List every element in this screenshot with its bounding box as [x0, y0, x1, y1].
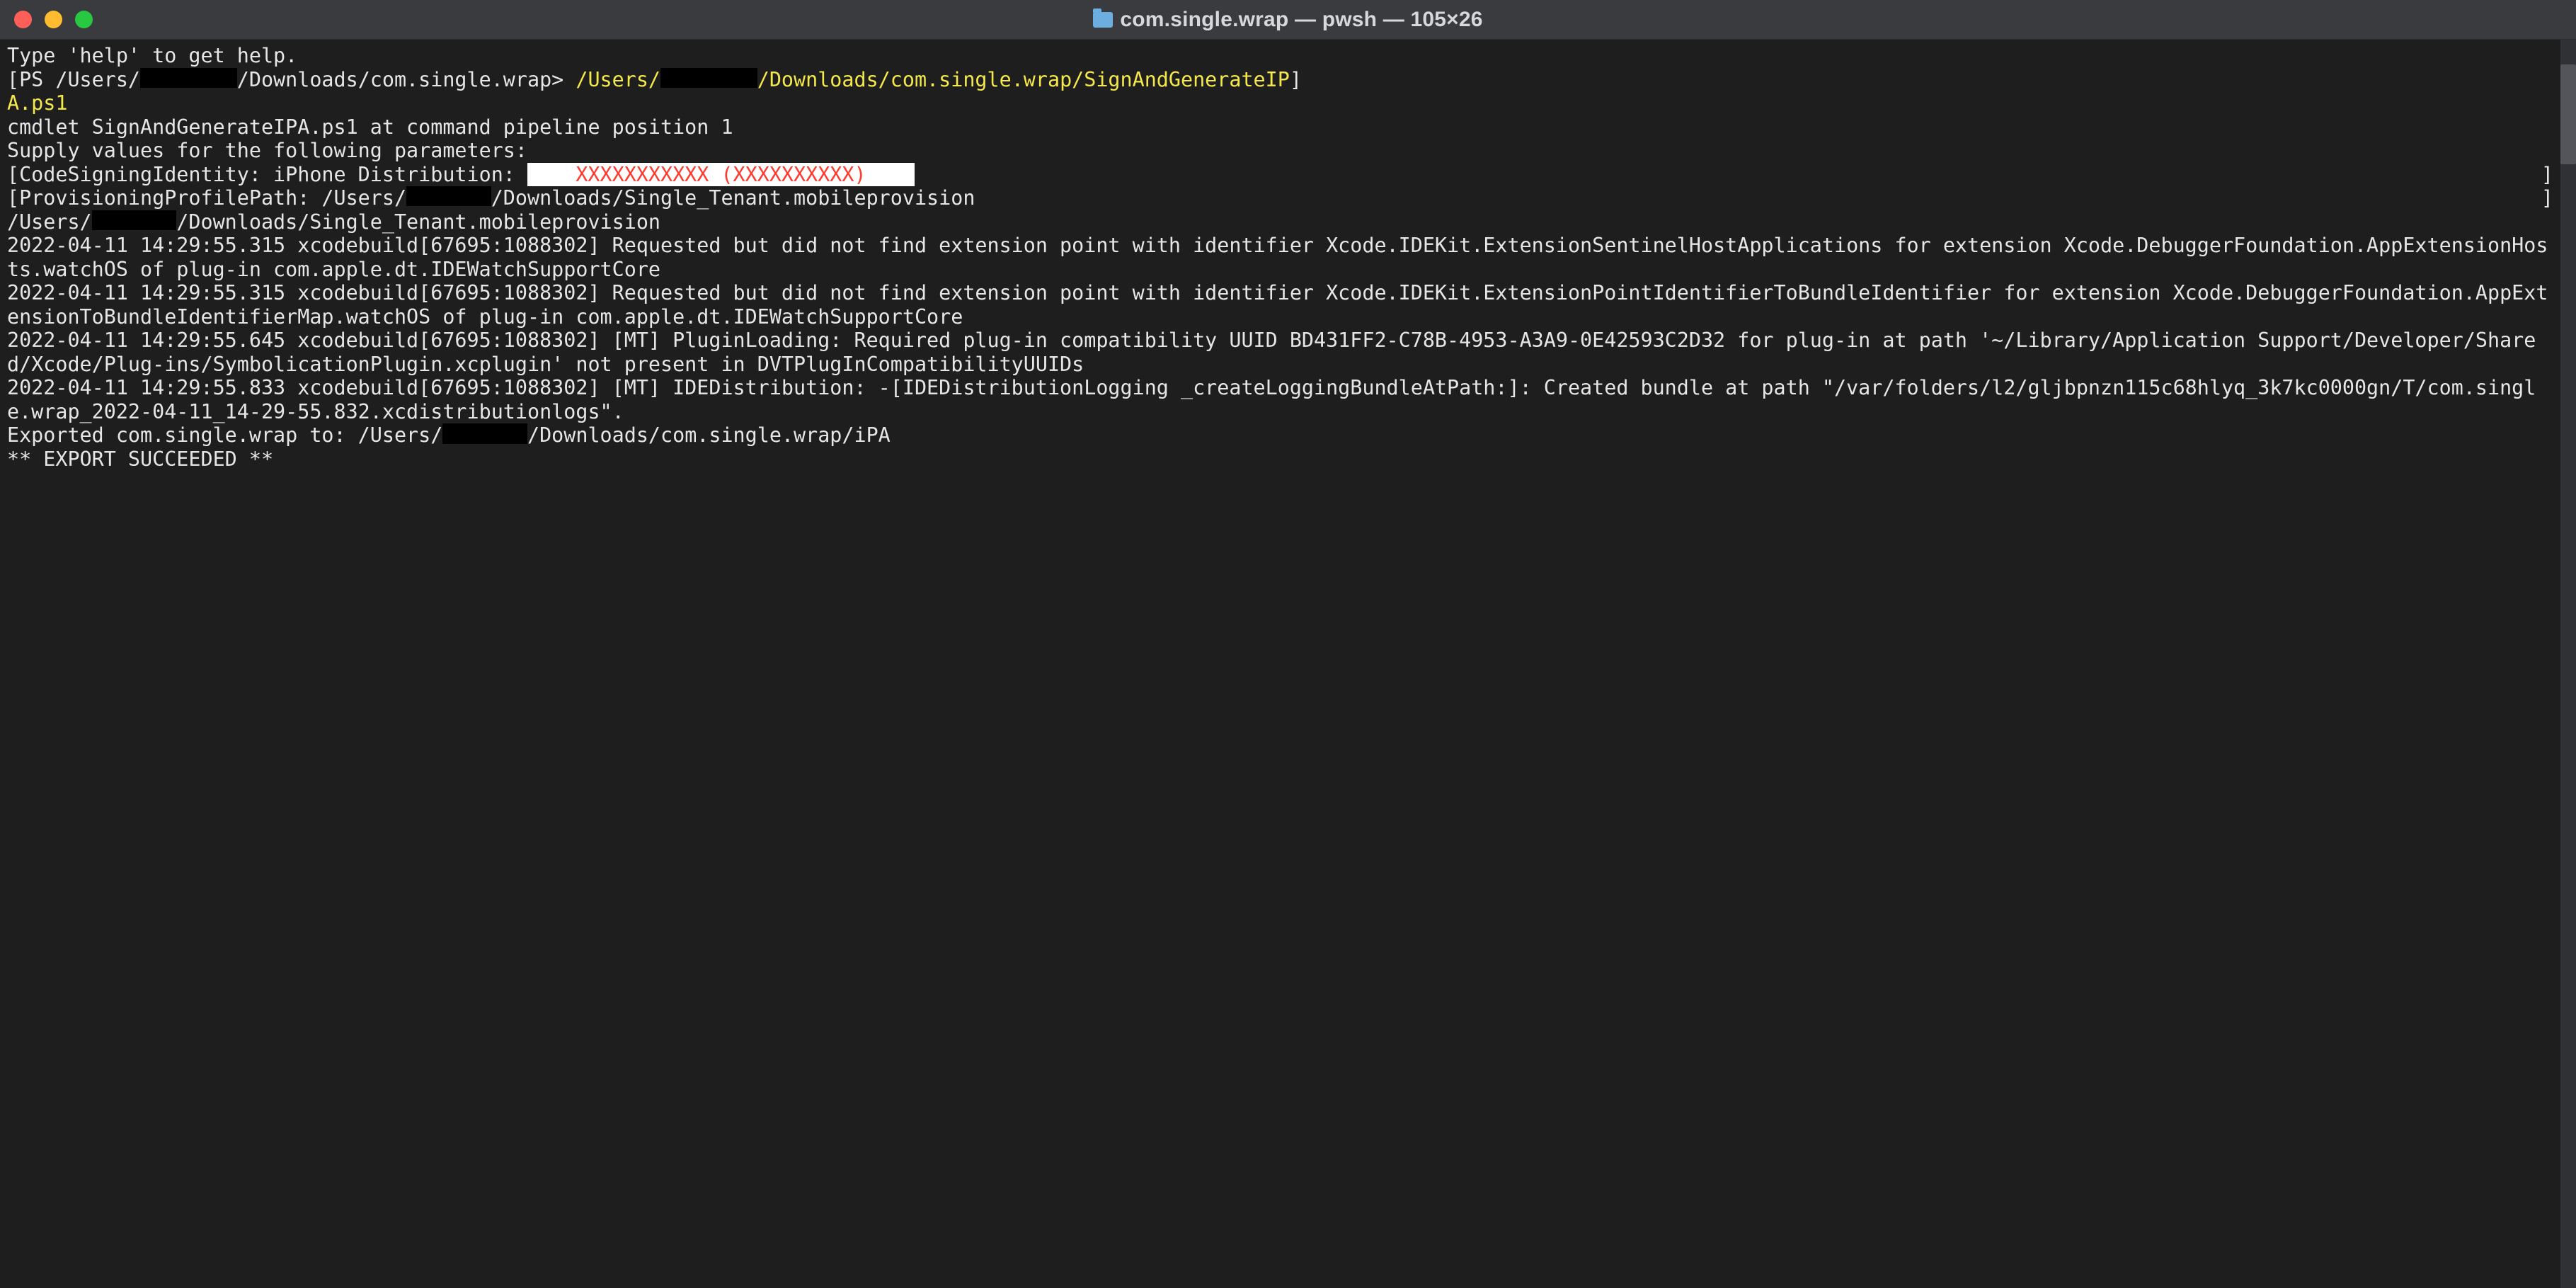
output-line: Supply values for the following paramete… — [7, 139, 2553, 163]
echo-head: /Users/ — [7, 210, 92, 234]
minimize-icon[interactable] — [45, 11, 62, 28]
scrollbar-thumb[interactable] — [2560, 64, 2576, 164]
redacted-username — [442, 423, 527, 443]
window-controls — [14, 11, 93, 28]
scrollbar[interactable] — [2560, 40, 2576, 1288]
provisioning-line: [ProvisioningProfilePath: /Users/ /Downlo… — [7, 186, 2553, 210]
maximize-icon[interactable] — [75, 11, 93, 28]
log-line: 2022-04-11 14:29:55.315 xcodebuild[67695… — [7, 281, 2553, 329]
folder-icon — [1093, 12, 1113, 28]
ppp-tail: /Downloads/Single_Tenant.mobileprovision — [491, 186, 975, 210]
terminal-body: Type 'help' to get help.[PS /Users//Down… — [0, 40, 2576, 1288]
terminal-window: com.single.wrap — pwsh — 105×26 Type 'he… — [0, 0, 2576, 1288]
window-title: com.single.wrap — pwsh — 105×26 — [1120, 8, 1482, 32]
export-head: Exported com.single.wrap to: /Users/ — [7, 423, 442, 447]
echo-line: /Users/ /Downloads/Single_Tenant.mobilepr… — [7, 210, 2553, 234]
redacted-username — [660, 68, 757, 88]
redacted-signing-identity: XXXXXXXXXXX (XXXXXXXXXX) — [527, 163, 915, 187]
title-center: com.single.wrap — pwsh — 105×26 — [0, 8, 2576, 32]
export-tail: /Downloads/com.single.wrap/iPA — [527, 423, 891, 447]
csi-label: CodeSigningIdentity: iPhone Distribution… — [19, 163, 527, 186]
command-text-wrap: A.ps1 — [7, 91, 2553, 115]
ppp-left: [ProvisioningProfilePath: /Users/ /Downlo… — [7, 186, 975, 210]
bracket-close: ] — [1290, 68, 1302, 91]
help-line: Type 'help' to get help. — [7, 44, 2553, 68]
scrollbar-track-bottom[interactable] — [2560, 164, 2576, 1288]
bracket-open: [ — [7, 68, 19, 91]
prompt-ps: PS /Users/ — [19, 68, 140, 91]
prompt-line: [PS /Users/ /Downloads/com.single.wrap> /… — [7, 68, 2553, 92]
bracket-open: [ — [7, 163, 19, 186]
redacted-username — [140, 68, 237, 88]
csi-left: [CodeSigningIdentity: iPhone Distributio… — [7, 163, 915, 187]
redacted-username — [92, 210, 177, 230]
titlebar[interactable]: com.single.wrap — pwsh — 105×26 — [0, 0, 2576, 40]
redacted-username — [406, 186, 491, 206]
export-line: Exported com.single.wrap to: /Users/ /Dow… — [7, 423, 2553, 448]
log-line: 2022-04-11 14:29:55.833 xcodebuild[67695… — [7, 376, 2553, 423]
command-text: /Users/ — [576, 68, 660, 91]
codesigning-line: [CodeSigningIdentity: iPhone Distributio… — [7, 163, 2553, 187]
log-line: 2022-04-11 14:29:55.645 xcodebuild[67695… — [7, 329, 2553, 376]
bracket-close: ] — [2541, 186, 2553, 210]
bracket-open: [ — [7, 186, 19, 210]
ppp-label: ProvisioningProfilePath: /Users/ — [19, 186, 406, 210]
prompt-path: /Downloads/com.single.wrap> — [237, 68, 576, 91]
export-succeeded: ** EXPORT SUCCEEDED ** — [7, 448, 2553, 472]
terminal-output[interactable]: Type 'help' to get help.[PS /Users//Down… — [0, 40, 2560, 1288]
scrollbar-track-top[interactable] — [2560, 40, 2576, 64]
bracket-close: ] — [2541, 163, 2553, 187]
log-line: 2022-04-11 14:29:55.315 xcodebuild[67695… — [7, 234, 2553, 281]
output-line: cmdlet SignAndGenerateIPA.ps1 at command… — [7, 115, 2553, 139]
close-icon[interactable] — [14, 11, 32, 28]
command-text: /Downloads/com.single.wrap/SignAndGenera… — [757, 68, 1290, 91]
echo-tail: /Downloads/Single_Tenant.mobileprovision — [176, 210, 660, 234]
